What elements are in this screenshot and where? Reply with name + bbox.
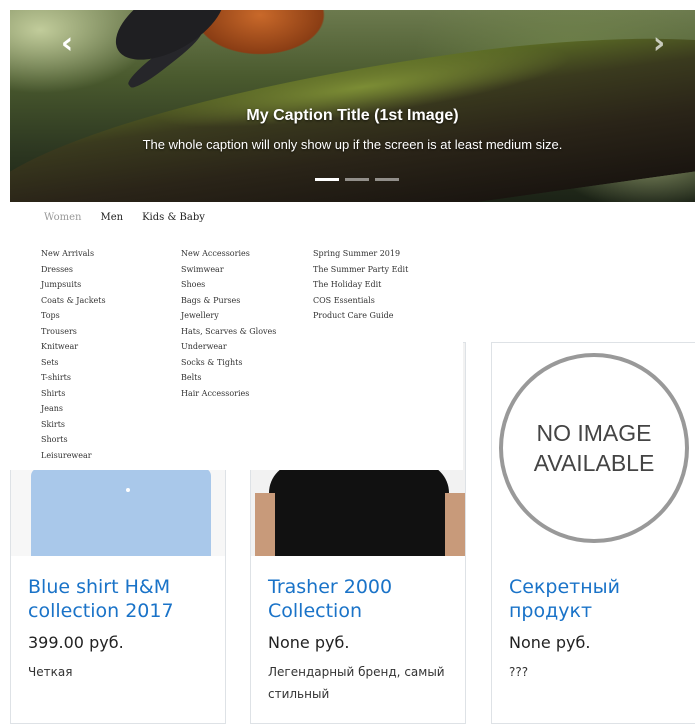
product-card: NO IMAGE AVAILABLE Секретный продукт None… [491,342,695,724]
menu-link[interactable]: Spring Summer 2019 [313,248,408,264]
menu-column-2: New Accessories Swimwear Shoes Bags & Purse… [181,248,276,403]
menu-link[interactable]: Skirts [41,419,106,435]
menu-link[interactable]: Shoes [181,279,276,295]
product-description: Легендарный бренд, самый стильный [268,665,445,701]
menu-link[interactable]: Bags & Purses [181,295,276,311]
menu-link[interactable]: COS Essentials [313,295,408,311]
menu-link[interactable]: New Arrivals [41,248,106,264]
product-image[interactable]: NO IMAGE AVAILABLE [492,343,695,556]
menu-link[interactable]: The Holiday Edit [313,279,408,295]
menu-link[interactable]: Sets [41,357,106,373]
caption-text: The whole caption will only show up if t… [142,137,563,152]
shirt-image [31,468,211,556]
product-price: None руб. [268,633,350,652]
product-title[interactable]: Trasher 2000 Collection [268,575,458,623]
menu-link[interactable]: Hats, Scarves & Gloves [181,326,276,342]
menu-link[interactable]: T-shirts [41,372,106,388]
menu-link[interactable]: Jumpsuits [41,279,106,295]
mega-menu: New Arrivals Dresses Jumpsuits Coats & Jack… [10,232,463,470]
carousel-next-icon[interactable]: › [647,29,671,59]
menu-link[interactable]: Shorts [41,434,106,450]
menu-link[interactable]: The Summer Party Edit [313,264,408,280]
category-nav: Women Men Kids & Baby [44,212,205,223]
indicator-2[interactable] [345,178,369,181]
tshirt-image [269,463,449,556]
menu-link[interactable]: Coats & Jackets [41,295,106,311]
carousel-prev-icon[interactable]: ‹ [55,29,79,59]
product-title[interactable]: Секретный продукт [509,575,695,623]
menu-column-3: Spring Summer 2019 The Summer Party Edit T… [313,248,408,326]
menu-link[interactable]: Jeans [41,403,106,419]
product-description: ??? [509,665,529,679]
menu-link[interactable]: New Accessories [181,248,276,264]
menu-column-1: New Arrivals Dresses Jumpsuits Coats & Jack… [41,248,106,465]
menu-link[interactable]: Trousers [41,326,106,342]
indicator-1[interactable] [315,178,339,181]
menu-link[interactable]: Underwear [181,341,276,357]
caption-title: My Caption Title (1st Image) [246,107,459,124]
product-description: Четкая [28,665,73,679]
product-title[interactable]: Blue shirt H&M collection 2017 [28,575,218,623]
no-image-placeholder: NO IMAGE AVAILABLE [499,353,689,543]
menu-link[interactable]: Leisurewear [41,450,106,466]
menu-link[interactable]: Tops [41,310,106,326]
menu-link[interactable]: Jewellery [181,310,276,326]
hero-carousel: ‹ › My Caption Title (1st Image) The who… [10,10,695,202]
menu-link[interactable]: Swimwear [181,264,276,280]
menu-link[interactable]: Hair Accessories [181,388,276,404]
menu-link[interactable]: Shirts [41,388,106,404]
menu-link[interactable]: Dresses [41,264,106,280]
arm [445,493,465,556]
menu-link[interactable]: Product Care Guide [313,310,408,326]
indicator-3[interactable] [375,178,399,181]
menu-link[interactable]: Socks & Tights [181,357,276,373]
product-price: None руб. [509,633,591,652]
nav-kids-baby[interactable]: Kids & Baby [142,212,205,223]
carousel-indicators [315,178,399,181]
product-price: 399.00 руб. [28,633,124,652]
nav-men[interactable]: Men [100,212,123,223]
nav-women[interactable]: Women [44,212,81,223]
menu-link[interactable]: Belts [181,372,276,388]
arm [255,493,275,556]
menu-link[interactable]: Knitwear [41,341,106,357]
